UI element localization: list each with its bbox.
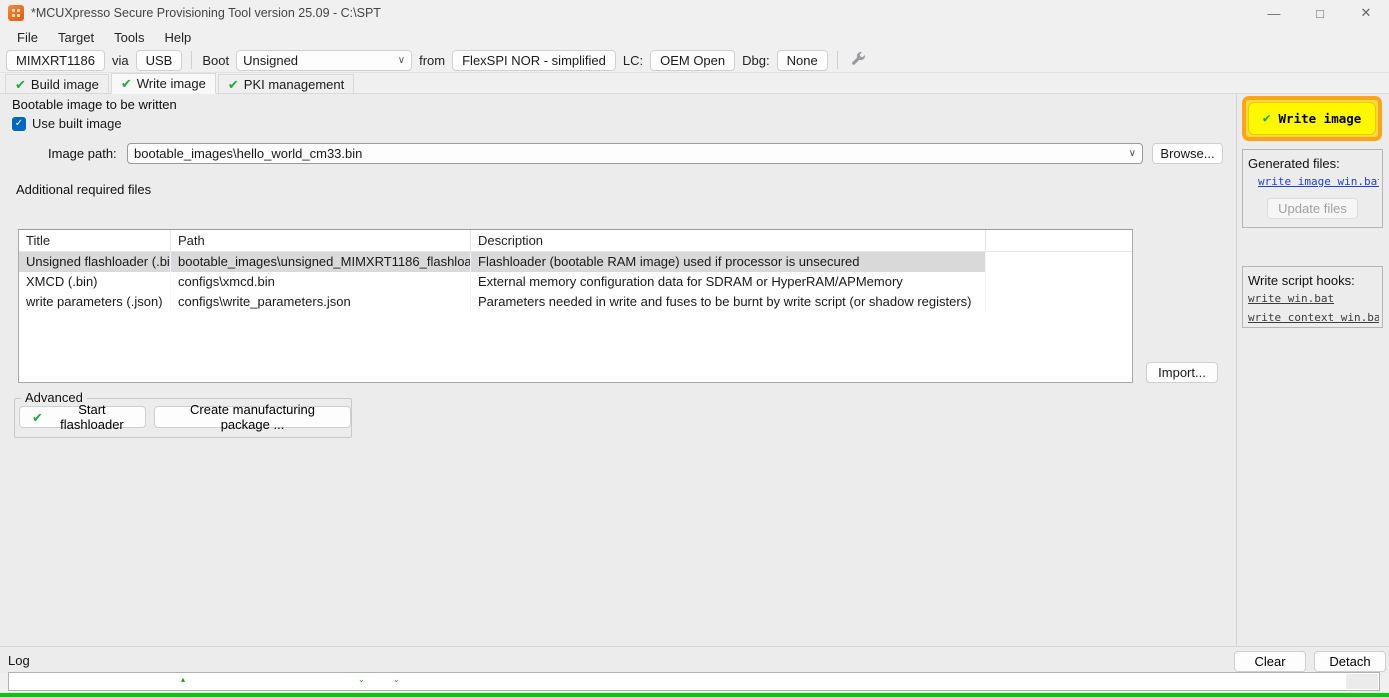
image-path-input[interactable]: bootable_images\hello_world_cm33.bin ∨ — [127, 143, 1143, 164]
boot-device-button[interactable]: FlexSPI NOR - simplified — [452, 50, 616, 71]
tab-build-image[interactable]: ✔ Build image — [5, 74, 109, 93]
write-image-bat-link[interactable]: write image win.bat — [1258, 175, 1379, 188]
import-button[interactable]: Import... — [1146, 362, 1218, 383]
app-window: *MCUXpresso Secure Provisioning Tool ver… — [0, 0, 1389, 698]
use-built-image-label: Use built image — [32, 116, 122, 131]
update-files-button: Update files — [1267, 198, 1358, 219]
app-icon — [8, 5, 24, 21]
life-cycle-button[interactable]: OEM Open — [650, 50, 735, 71]
browse-button[interactable]: Browse... — [1152, 143, 1223, 164]
check-icon: ✔ — [15, 78, 26, 91]
start-flashloader-button[interactable]: ✔ Start flashloader — [19, 406, 146, 428]
connection-button[interactable]: USB — [136, 50, 183, 71]
log-text-fragment: ▴ — [181, 676, 185, 684]
additional-files-group-title: Additional required files — [16, 182, 151, 197]
debug-button[interactable]: None — [777, 50, 828, 71]
table-row[interactable]: XMCD (.bin) configs\xmcd.bin External me… — [19, 272, 1132, 292]
table-row[interactable]: write parameters (.json) configs\write_p… — [19, 292, 1132, 312]
cell-path: bootable_images\unsigned_MIMXRT1186_flas… — [171, 252, 471, 272]
cell-description: Parameters needed in write and fuses to … — [471, 292, 986, 312]
window-title: *MCUXpresso Secure Provisioning Tool ver… — [31, 6, 381, 20]
progress-bar — [0, 693, 1389, 697]
table-header-row: Title Path Description — [19, 230, 1132, 252]
image-path-label: Image path: — [48, 146, 117, 161]
maximize-icon[interactable]: □ — [1297, 0, 1343, 26]
checkbox-checked-icon: ✓ — [12, 117, 26, 131]
image-path-value: bootable_images\hello_world_cm33.bin — [134, 146, 1123, 161]
menu-help[interactable]: Help — [155, 28, 200, 47]
boot-type-select[interactable]: Unsigned ∨ — [236, 50, 412, 71]
column-header-description[interactable]: Description — [471, 230, 986, 251]
title-bar: *MCUXpresso Secure Provisioning Tool ver… — [0, 0, 1389, 26]
toolbar-separator — [837, 51, 838, 69]
cell-path: configs\xmcd.bin — [171, 272, 471, 292]
create-manufacturing-package-button[interactable]: Create manufacturing package ... — [154, 406, 351, 428]
tab-label: Build image — [31, 77, 99, 92]
boot-type-value: Unsigned — [243, 53, 392, 68]
close-icon[interactable]: ✕ — [1343, 0, 1389, 26]
cell-description: External memory configuration data for S… — [471, 272, 986, 292]
write-context-win-bat-link[interactable]: write context win.bat — [1248, 311, 1379, 324]
required-files-table: Title Path Description Unsigned flashloa… — [18, 229, 1133, 383]
check-icon: ✔ — [121, 77, 132, 90]
log-text-fragment: ⌄ — [393, 676, 400, 684]
write-script-hooks-title: Write script hooks: — [1248, 273, 1379, 288]
generated-files-title: Generated files: — [1248, 156, 1379, 171]
write-win-bat-link[interactable]: write win.bat — [1248, 292, 1379, 305]
main-area: Bootable image to be written ✓ Use built… — [0, 94, 1389, 646]
use-built-image-checkbox[interactable]: ✓ Use built image — [12, 116, 122, 131]
settings-wrench-button[interactable] — [847, 49, 871, 71]
cell-title: write parameters (.json) — [19, 292, 171, 312]
toolbar-separator — [191, 51, 192, 69]
write-image-highlight: ✔ Write image — [1242, 96, 1382, 141]
tab-label: PKI management — [244, 77, 344, 92]
advanced-group: Advanced ✔ Start flashloader Create manu… — [14, 398, 352, 438]
table-row[interactable]: Unsigned flashloader (.bi... bootable_im… — [19, 252, 1132, 272]
bootable-image-group-title: Bootable image to be written — [12, 97, 177, 112]
cell-path: configs\write_parameters.json — [171, 292, 471, 312]
generated-files-panel: Generated files: write image win.bat Upd… — [1242, 149, 1383, 228]
via-label: via — [111, 53, 130, 68]
write-image-panel: Bootable image to be written ✓ Use built… — [0, 94, 1237, 646]
column-header-title[interactable]: Title — [19, 230, 171, 251]
menu-bar: File Target Tools Help — [0, 26, 1389, 48]
chevron-down-icon: ∨ — [398, 55, 405, 66]
check-icon: ✔ — [32, 411, 43, 424]
tab-bar: ✔ Build image ✔ Write image ✔ PKI manage… — [0, 73, 1389, 94]
toolbar: MIMXRT1186 via USB Boot Unsigned ∨ from … — [0, 48, 1389, 73]
cell-description: Flashloader (bootable RAM image) used if… — [471, 252, 986, 272]
check-icon: ✔ — [228, 78, 239, 91]
wrench-icon — [851, 51, 866, 69]
write-image-button[interactable]: ✔ Write image — [1248, 102, 1376, 135]
log-label: Log — [8, 653, 30, 668]
menu-file[interactable]: File — [8, 28, 47, 47]
cell-title: XMCD (.bin) — [19, 272, 171, 292]
write-image-label: Write image — [1279, 111, 1362, 126]
scrollbar[interactable] — [1346, 674, 1378, 689]
column-header-path[interactable]: Path — [171, 230, 471, 251]
minimize-icon[interactable]: — — [1251, 0, 1297, 26]
write-script-hooks-panel: Write script hooks: write win.bat write … — [1242, 266, 1383, 328]
menu-target[interactable]: Target — [49, 28, 103, 47]
side-panel: ✔ Write image Generated files: write ima… — [1237, 94, 1389, 646]
chevron-down-icon: ∨ — [1129, 148, 1136, 159]
detach-button[interactable]: Detach — [1314, 651, 1386, 672]
from-label: from — [418, 53, 446, 68]
lc-label: LC: — [622, 53, 644, 68]
cell-title: Unsigned flashloader (.bi... — [19, 252, 171, 272]
start-flashloader-label: Start flashloader — [51, 402, 133, 432]
dbg-label: Dbg: — [741, 53, 770, 68]
tab-label: Write image — [137, 76, 206, 91]
tab-write-image[interactable]: ✔ Write image — [111, 73, 216, 94]
clear-button[interactable]: Clear — [1234, 651, 1306, 672]
menu-tools[interactable]: Tools — [105, 28, 153, 47]
check-icon: ✔ — [1263, 112, 1271, 125]
boot-label: Boot — [201, 53, 230, 68]
tab-pki-management[interactable]: ✔ PKI management — [218, 74, 354, 93]
log-output[interactable]: ▴ ⌄ ⌄ — [8, 672, 1380, 691]
log-bar: Log Clear Detach — [0, 646, 1389, 673]
log-text-fragment: ⌄ — [358, 676, 365, 684]
processor-button[interactable]: MIMXRT1186 — [6, 50, 105, 71]
